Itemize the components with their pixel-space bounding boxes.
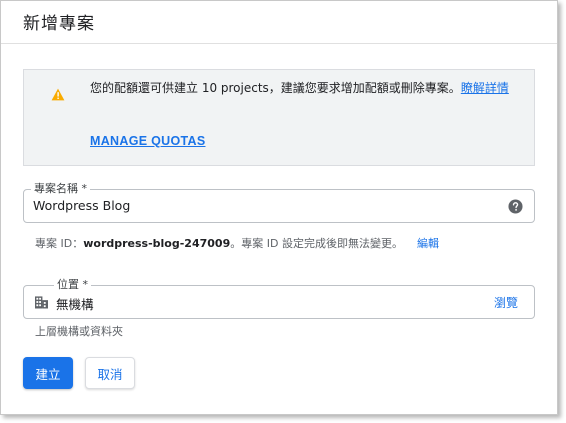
quota-message: 您的配額還可供建立 10 projects，建議您要求增加配額或刪除專案。 bbox=[90, 81, 461, 95]
title-divider bbox=[1, 43, 557, 44]
location-hint: 上層機構或資料夾 bbox=[35, 325, 123, 338]
project-id-line: 專案 ID：wordpress-blog-247009。專案 ID 設定完成後即… bbox=[35, 235, 439, 251]
help-icon[interactable] bbox=[508, 199, 523, 214]
location-field[interactable]: 位置 * 無機構 瀏覽 bbox=[23, 278, 535, 319]
location-value: 無機構 bbox=[56, 297, 94, 312]
project-id-note: 。專案 ID 設定完成後即無法變更。 bbox=[230, 237, 403, 250]
page-title: 新增專案 bbox=[23, 14, 95, 34]
new-project-dialog: 新增專案 您的配額還可供建立 10 projects，建議您要求增加配額或刪除專… bbox=[0, 0, 558, 415]
project-id-value: wordpress-blog-247009 bbox=[83, 237, 231, 250]
learn-more-link[interactable]: 瞭解詳情 bbox=[461, 81, 509, 95]
project-id-prefix: 專案 ID： bbox=[35, 237, 84, 250]
project-name-field[interactable]: 專案名稱 * Wordpress Blog bbox=[23, 182, 535, 223]
warning-icon bbox=[51, 88, 65, 101]
edit-project-id-link[interactable]: 編輯 bbox=[417, 237, 439, 250]
quota-notice-text: 您的配額還可供建立 10 projects，建議您要求增加配額或刪除專案。瞭解詳… bbox=[90, 78, 520, 98]
project-name-label: 專案名稱 * bbox=[31, 182, 90, 196]
manage-quotas-link[interactable]: MANAGE QUOTAS bbox=[90, 134, 205, 148]
location-label: 位置 * bbox=[54, 278, 91, 292]
building-icon bbox=[35, 296, 48, 309]
create-button[interactable]: 建立 bbox=[23, 357, 73, 389]
quota-notice: 您的配額還可供建立 10 projects，建議您要求增加配額或刪除專案。瞭解詳… bbox=[23, 69, 535, 166]
project-name-input[interactable]: Wordpress Blog bbox=[33, 198, 130, 213]
cancel-button[interactable]: 取消 bbox=[85, 357, 135, 389]
browse-link[interactable]: 瀏覽 bbox=[494, 294, 518, 311]
